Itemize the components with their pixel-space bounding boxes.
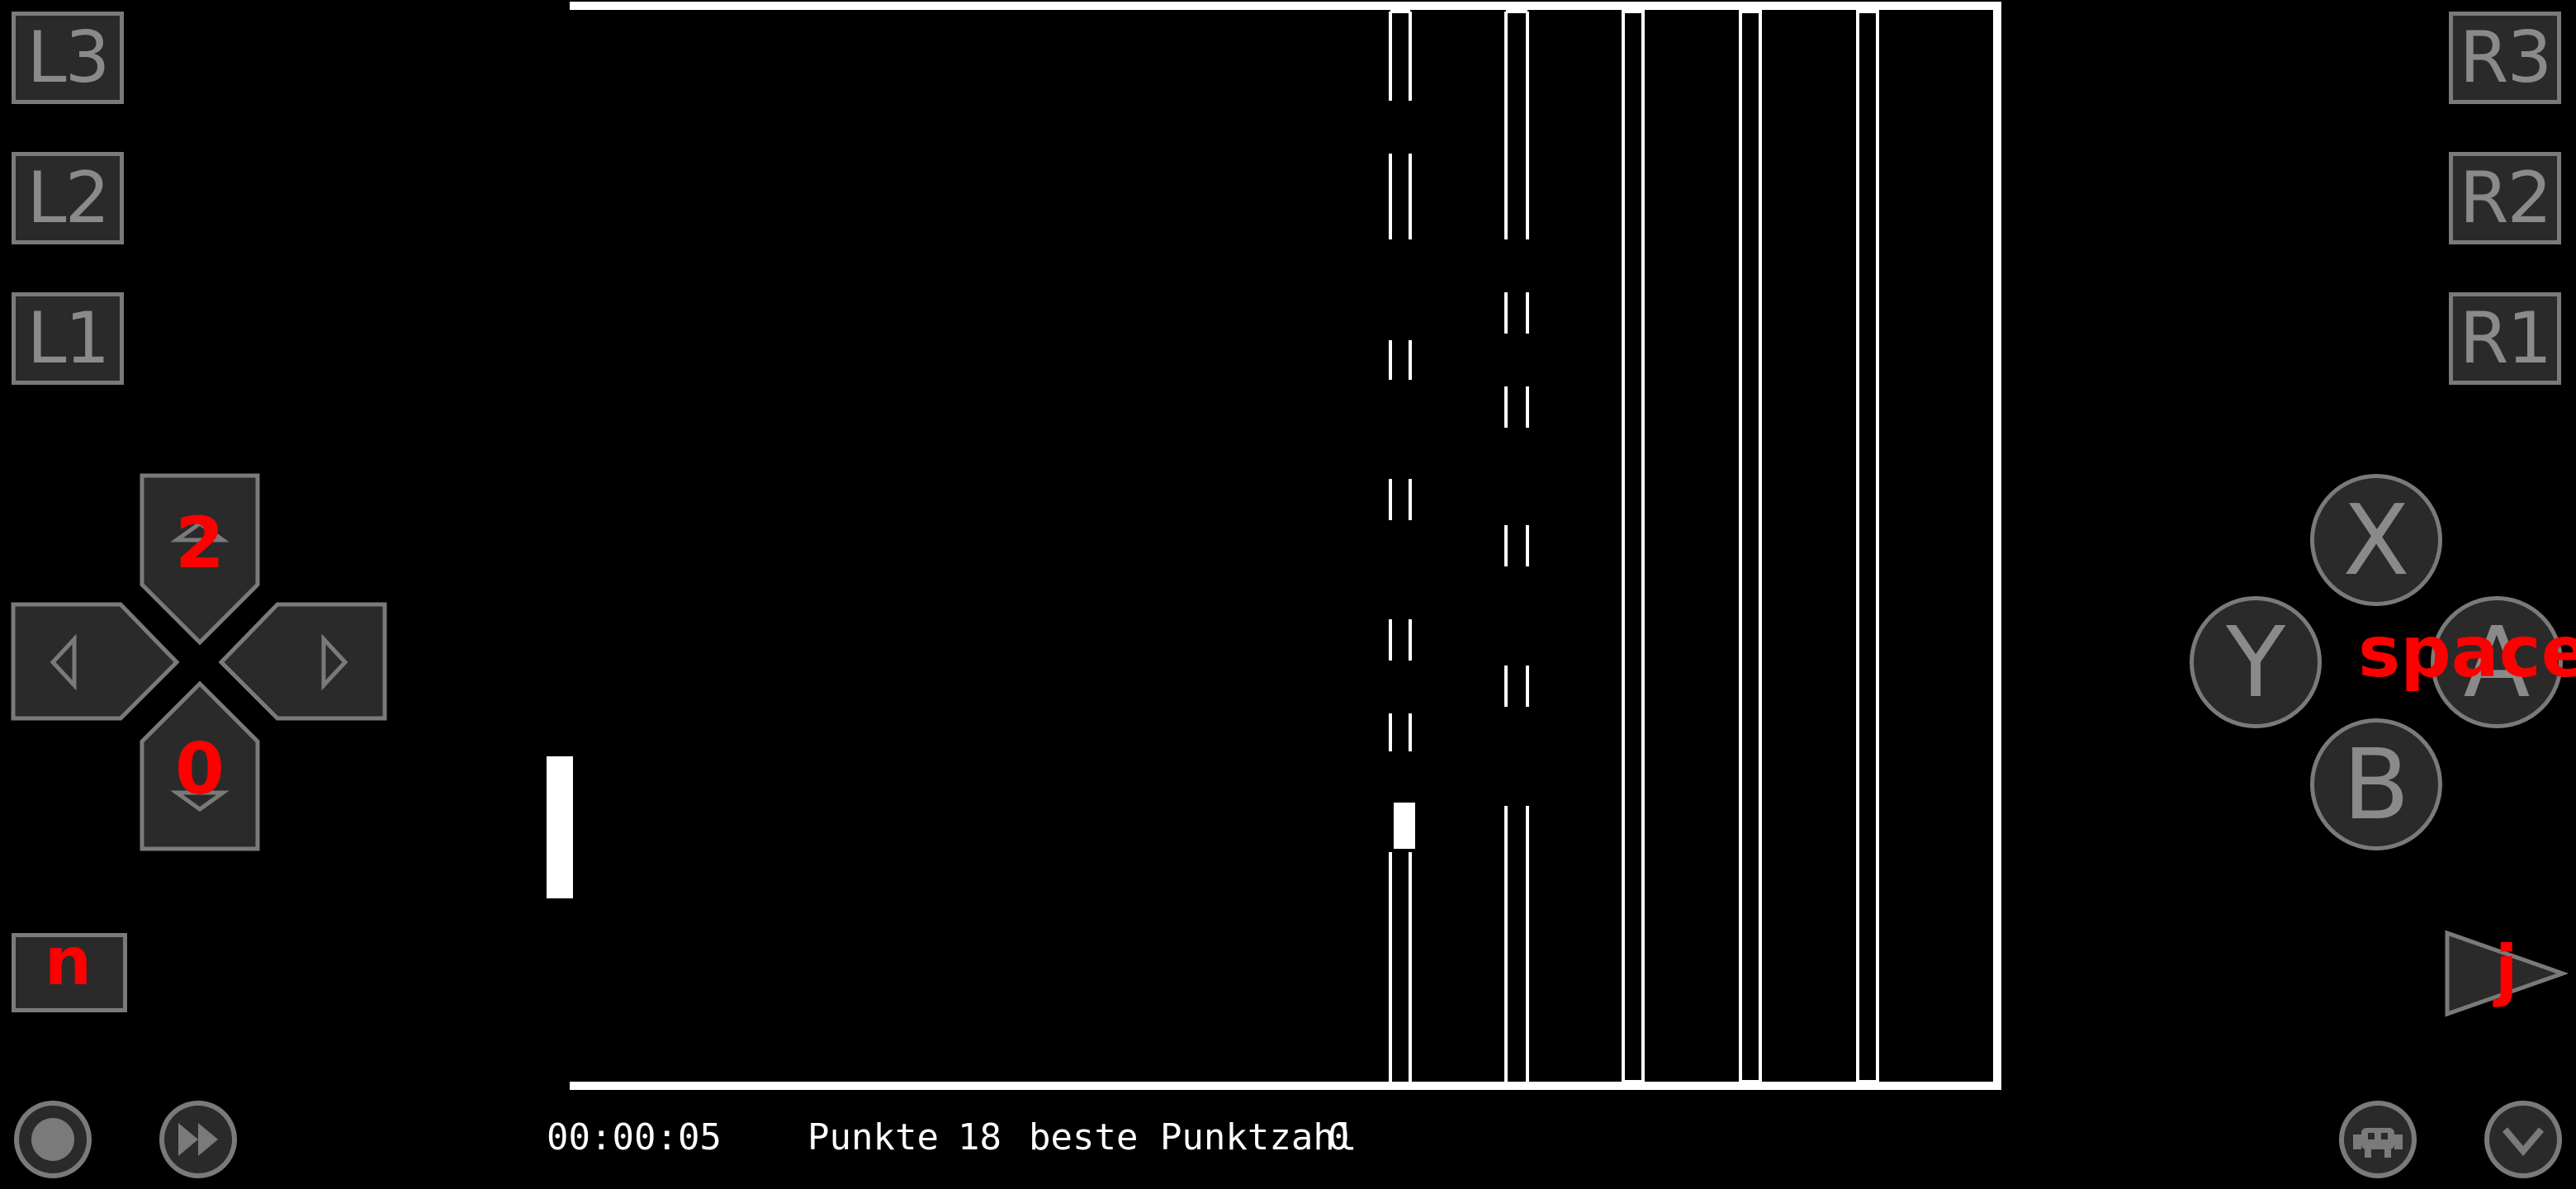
dpad-left-button[interactable] — [11, 602, 180, 721]
a-key-label: space — [2358, 611, 2576, 694]
r2-button[interactable]: R2 — [2449, 152, 2561, 244]
bottom-wall — [570, 1082, 2001, 1090]
dpad-right-button[interactable] — [218, 602, 387, 721]
ball — [1394, 803, 1415, 849]
score-label: Punkte — [807, 1116, 939, 1158]
best-score-value: 0 — [1328, 1116, 1350, 1158]
l1-button[interactable]: L1 — [12, 292, 124, 385]
menu-button[interactable] — [2337, 1098, 2419, 1181]
score-value: 18 — [958, 1116, 1002, 1158]
best-score-label: beste Punktzahl — [1029, 1116, 1357, 1158]
l2-button[interactable]: L2 — [12, 152, 124, 244]
player-paddle — [547, 756, 573, 898]
x-button[interactable]: X — [2310, 474, 2442, 606]
fast-forward-button[interactable] — [157, 1098, 239, 1181]
l3-button[interactable]: L3 — [12, 12, 124, 104]
r3-button[interactable]: R3 — [2449, 12, 2561, 104]
record-button[interactable] — [12, 1098, 94, 1181]
top-wall — [570, 2, 2001, 10]
r1-button[interactable]: R1 — [2449, 292, 2561, 385]
dpad-down-key-label: 0 — [175, 728, 225, 811]
right-wall — [1993, 2, 2001, 1090]
brick-wall — [1389, 10, 1879, 1083]
game-playfield — [547, 2, 2001, 1090]
timer: 00:00:05 — [547, 1116, 722, 1158]
y-button[interactable]: Y — [2190, 596, 2322, 728]
record-icon — [31, 1118, 74, 1161]
dpad-up-key-label: 2 — [175, 502, 225, 585]
start-key-label: j — [2495, 931, 2518, 1008]
b-button[interactable]: B — [2310, 718, 2442, 850]
hide-overlay-button[interactable] — [2482, 1098, 2564, 1181]
select-key-label: n — [45, 923, 92, 1000]
